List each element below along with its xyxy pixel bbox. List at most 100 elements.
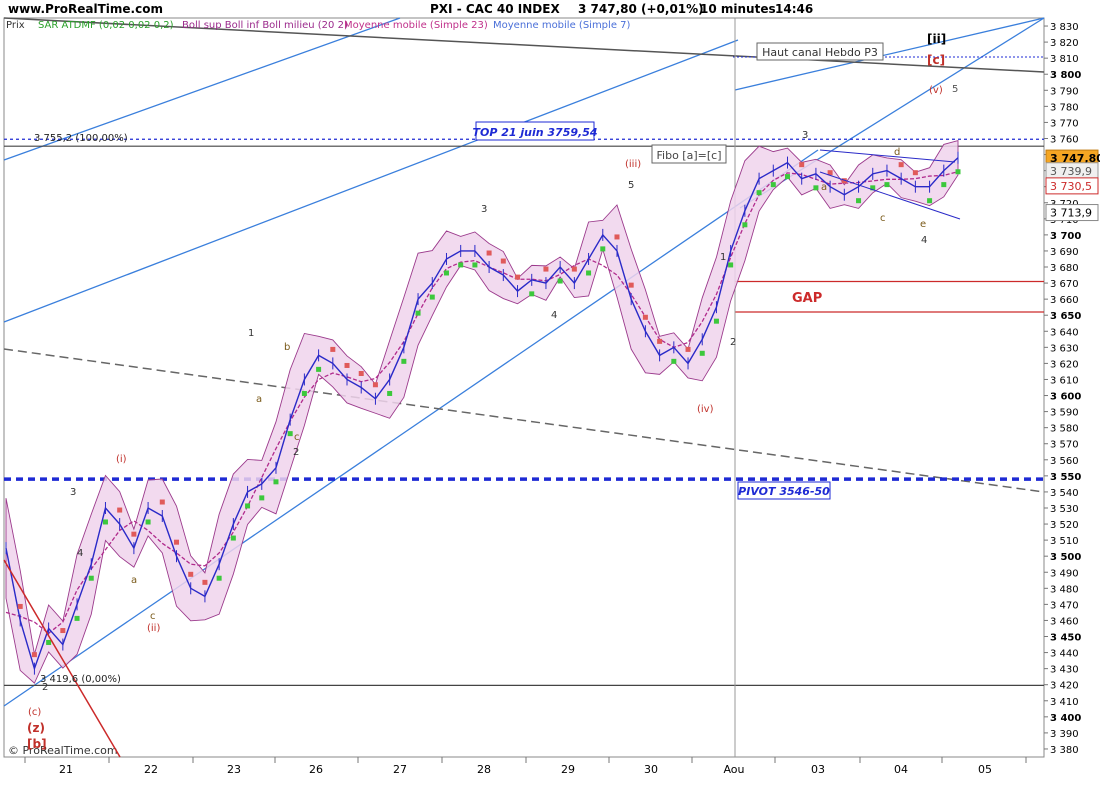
y-tick-label: 3 450: [1050, 633, 1081, 644]
sar-dot: [259, 495, 265, 501]
sar-dot: [88, 575, 94, 581]
legend-ma7: Moyenne mobile (Simple 7): [493, 20, 631, 31]
y-tick-label: 3 650: [1050, 311, 1081, 322]
sar-dot: [756, 190, 762, 196]
x-tick-label: 04: [894, 763, 908, 776]
sar-dot: [543, 266, 549, 272]
sar-dot: [586, 270, 592, 276]
instrument-title: PXI - CAC 40 INDEX: [430, 2, 560, 16]
sar-dot: [330, 346, 336, 352]
y-tick-label: 3 610: [1050, 375, 1079, 386]
sar-dot: [174, 539, 180, 545]
wave-label: (ii): [147, 623, 160, 634]
sar-dot: [287, 431, 293, 437]
wave-label: 3: [802, 130, 808, 141]
wave-label: [b]: [27, 737, 47, 751]
wave-label: b: [284, 342, 290, 353]
sar-dot: [31, 652, 37, 658]
sar-dot: [884, 182, 890, 188]
sar-dot: [912, 170, 918, 176]
y-tick-label: 3 800: [1050, 70, 1081, 81]
sar-dot: [571, 266, 577, 272]
sar-dot: [642, 314, 648, 320]
wave-label: 5: [628, 180, 634, 191]
sar-dot: [515, 274, 521, 280]
haut-canal-annotation: Haut canal Hebdo P3: [762, 46, 878, 59]
top-annotation: TOP 21 juin 3759,54: [472, 126, 597, 139]
y-tick-label: 3 470: [1050, 600, 1079, 611]
sar-dot: [17, 603, 23, 609]
copyright-text: © ProRealTime.com: [8, 744, 118, 757]
y-tick-label: 3 520: [1050, 520, 1079, 531]
wave-label: [c]: [927, 53, 945, 67]
wave-label: a: [256, 394, 262, 405]
y-tick-label: 3 820: [1050, 38, 1079, 49]
sar-dot: [685, 346, 691, 352]
y-tick-label: 3 640: [1050, 327, 1079, 338]
x-tick-label: 29: [561, 763, 575, 776]
sar-dot: [230, 535, 236, 541]
wave-label: (iii): [625, 159, 641, 170]
sar-dot: [372, 382, 378, 388]
sar-dot: [486, 250, 492, 256]
legend-prix: Prix: [6, 20, 25, 31]
sar-dot: [813, 185, 819, 191]
wave-label: a: [821, 182, 827, 193]
sar-dot: [784, 174, 790, 180]
site-title: www.ProRealTime.com: [8, 2, 163, 16]
sar-dot: [401, 358, 407, 364]
x-tick-label: Aou: [723, 763, 744, 776]
wave-label: (iv): [697, 404, 714, 415]
wave-label: 3: [70, 487, 76, 498]
time-label: 14:46: [775, 2, 814, 16]
wave-label: (z): [27, 721, 45, 735]
y-tick-label: 3 530: [1050, 504, 1079, 515]
y-tick-label: 3 630: [1050, 343, 1079, 354]
y-tick-label: 3 380: [1050, 745, 1079, 756]
sar-dot: [415, 310, 421, 316]
y-tick-label: 3 510: [1050, 536, 1079, 547]
sar-dot: [671, 358, 677, 364]
fib0-label: 3 419,6 (0,00%): [40, 674, 121, 685]
wave-label: 1: [720, 252, 726, 263]
sar-dot: [529, 291, 535, 297]
chart-svg: 21 22 23 26 27 28 29 30 Aou 03 04 05© ProRealTime.c…: [3, 17, 1100, 776]
y-tick-label: 3 590: [1050, 408, 1079, 419]
y-tick-label: 3 620: [1050, 359, 1079, 370]
y-tick-label: 3 540: [1050, 488, 1079, 499]
y-tick-label: 3 600: [1050, 392, 1081, 403]
legend-boll: Boll sup Boll inf Boll milieu (20 2): [182, 20, 348, 31]
wave-label: 3: [481, 204, 487, 215]
x-tick-label: 03: [811, 763, 825, 776]
wave-label: 4: [551, 310, 557, 321]
sar-dot: [358, 371, 364, 376]
interval-label: 10 minutes: [700, 2, 776, 16]
sar-dot: [699, 350, 705, 356]
sar-dot: [216, 575, 222, 581]
sar-dot: [742, 222, 748, 228]
sar-dot: [472, 262, 478, 268]
wave-label: 1: [248, 328, 254, 339]
x-tick-label: 26: [309, 763, 323, 776]
sar-dot: [898, 162, 904, 168]
sar-dot: [117, 507, 123, 513]
wave-label: 2: [293, 447, 299, 458]
sar-dot: [713, 318, 719, 324]
wave-label: (v): [929, 85, 943, 96]
x-tick-label: 30: [644, 763, 658, 776]
wave-label: e: [920, 219, 926, 230]
y-tick-label: 3 830: [1050, 22, 1079, 33]
fib100-label: 3 755,2 (100,00%): [34, 133, 128, 144]
y-tick-label: 3 570: [1050, 440, 1079, 451]
sar-dot: [628, 282, 634, 288]
legend-sar: SAR ATDMF (0,02 0,02 0,2): [38, 20, 174, 31]
last-price: 3 747,80 (+0,01%): [578, 2, 704, 16]
y-tick-label: 3 490: [1050, 568, 1079, 579]
sar-dot: [557, 278, 563, 284]
sar-dot: [202, 579, 208, 585]
y-tick-label: 3 420: [1050, 681, 1079, 692]
sar-dot: [927, 198, 933, 204]
y-tick-label: 3 440: [1050, 649, 1079, 660]
sar-dot: [344, 362, 350, 368]
sar-dot: [429, 294, 435, 300]
